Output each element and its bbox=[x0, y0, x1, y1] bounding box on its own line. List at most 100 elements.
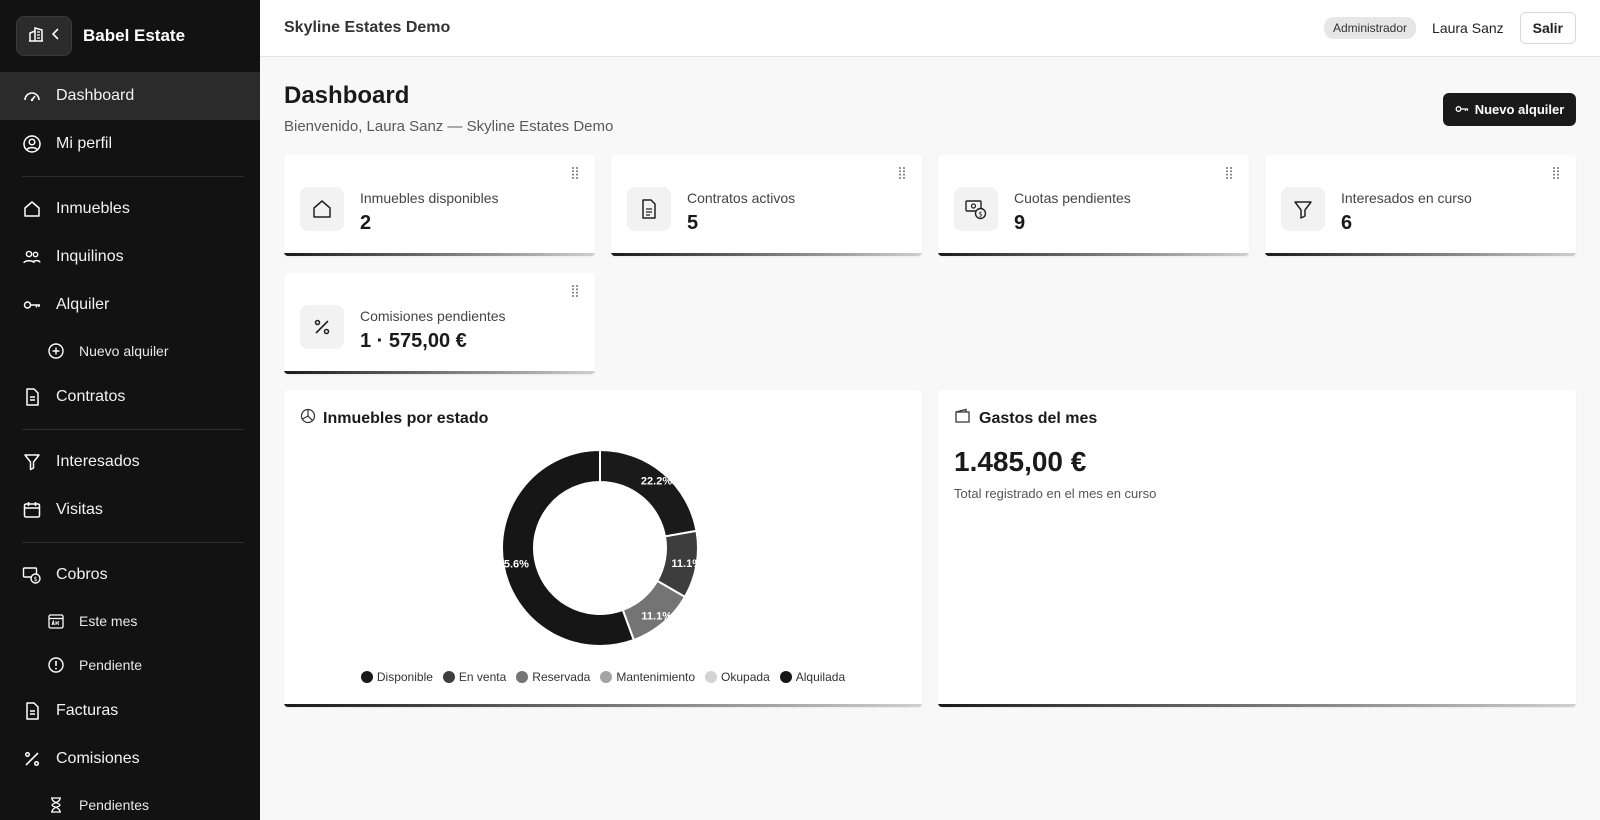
svg-text:$: $ bbox=[978, 210, 982, 218]
stat-value: 6 bbox=[1341, 212, 1353, 234]
stat-card-active-contracts[interactable]: Contratos activos 5 bbox=[611, 155, 922, 256]
key-icon bbox=[1455, 102, 1469, 117]
stat-card-available-properties[interactable]: Inmuebles disponibles 2 bbox=[284, 155, 595, 256]
legend-label: Okupada bbox=[721, 670, 770, 684]
stat-label: Contratos activos bbox=[687, 190, 796, 206]
invoice-icon bbox=[22, 701, 42, 721]
percent-icon bbox=[300, 305, 344, 349]
sidebar-item-label: Visitas bbox=[56, 501, 103, 518]
sidebar-item-label: Cobros bbox=[56, 566, 108, 583]
sidebar-item-label: Inmuebles bbox=[56, 200, 130, 217]
document-icon bbox=[22, 387, 42, 407]
drag-handle-icon[interactable] bbox=[898, 166, 906, 180]
stat-value: 2 bbox=[360, 212, 372, 234]
sidebar-item-label: Contratos bbox=[56, 388, 126, 405]
stat-card-pending-commissions[interactable]: Comisiones pendientes 1 · 575,00 € bbox=[284, 273, 595, 374]
building-icon bbox=[27, 25, 45, 48]
logout-button[interactable]: Salir bbox=[1519, 12, 1576, 44]
legend-item-en-venta[interactable]: En venta bbox=[442, 670, 507, 684]
sidebar-item-rental[interactable]: Alquiler bbox=[0, 281, 260, 329]
calendar-icon bbox=[22, 500, 42, 520]
donut-data-label: 11.1% bbox=[641, 610, 672, 622]
home-icon bbox=[22, 199, 42, 219]
stat-card-active-leads[interactable]: Interesados en curso 6 bbox=[1265, 155, 1576, 256]
stat-card-pending-fees[interactable]: $ Cuotas pendientes 9 bbox=[938, 155, 1249, 256]
sidebar: Babel Estate Dashboard Mi perfil Inmuebl… bbox=[0, 0, 260, 820]
donut-data-label: 22.2% bbox=[641, 476, 672, 488]
percent-icon bbox=[22, 749, 42, 769]
legend-label: Alquilada bbox=[795, 670, 846, 684]
filter-icon bbox=[22, 452, 42, 472]
cash-coin-icon: $ bbox=[22, 565, 42, 585]
sidebar-item-commissions-pending[interactable]: Pendientes bbox=[0, 783, 260, 820]
sidebar-item-pending[interactable]: Pendiente bbox=[0, 643, 260, 687]
role-badge: Administrador bbox=[1324, 17, 1417, 39]
legend-label: En venta bbox=[458, 670, 507, 684]
sidebar-item-profile[interactable]: Mi perfil bbox=[0, 120, 260, 168]
users-icon bbox=[22, 247, 42, 267]
document-icon bbox=[627, 187, 671, 231]
cash-coin-icon: $ bbox=[954, 187, 998, 231]
legend-item-mantenimiento[interactable]: Mantenimiento bbox=[600, 670, 695, 684]
brand-name: Babel Estate bbox=[83, 26, 186, 45]
new-rental-button-label: Nuevo alquiler bbox=[1474, 102, 1565, 117]
sidebar-item-this-month[interactable]: Este mes bbox=[0, 599, 260, 643]
drag-handle-icon[interactable] bbox=[1225, 166, 1233, 180]
organization-name: Skyline Estates Demo bbox=[284, 19, 451, 36]
legend-label: Disponible bbox=[376, 670, 433, 684]
sidebar-item-label: Comisiones bbox=[56, 750, 140, 767]
sidebar-item-label: Mi perfil bbox=[56, 135, 113, 152]
legend-item-reservada[interactable]: Reservada bbox=[516, 670, 590, 684]
legend-item-disponible[interactable]: Disponible bbox=[360, 670, 433, 684]
legend-label: Mantenimiento bbox=[616, 670, 696, 684]
sidebar-toggle-button[interactable] bbox=[16, 16, 72, 56]
new-rental-button[interactable]: Nuevo alquiler bbox=[1443, 93, 1576, 126]
wallet-icon bbox=[954, 408, 972, 429]
stat-label: Comisiones pendientes bbox=[360, 308, 506, 324]
legend-item-alquilada[interactable]: Alquilada bbox=[779, 670, 846, 684]
legend-item-okupada[interactable]: Okupada bbox=[705, 670, 770, 684]
monthly-expenses-panel: Gastos del mes 1.485,00 € Total registra… bbox=[938, 390, 1576, 707]
plus-circle-icon bbox=[47, 342, 65, 360]
calendar-month-icon bbox=[47, 612, 65, 630]
sidebar-item-leads[interactable]: Interesados bbox=[0, 438, 260, 486]
stat-label: Interesados en curso bbox=[1341, 190, 1472, 206]
stat-label: Inmuebles disponibles bbox=[360, 190, 499, 206]
legend-swatch bbox=[516, 671, 529, 683]
drag-handle-icon[interactable] bbox=[571, 166, 579, 180]
hourglass-icon bbox=[47, 796, 65, 814]
nav-divider bbox=[22, 176, 244, 177]
sidebar-item-payments[interactable]: $ Cobros bbox=[0, 551, 260, 599]
sidebar-item-visits[interactable]: Visitas bbox=[0, 486, 260, 534]
panel-title-text: Gastos del mes bbox=[979, 409, 1098, 427]
stat-value: 1 · 575,00 € bbox=[360, 330, 467, 352]
donut-data-label: 11.1% bbox=[671, 558, 702, 570]
donut-chart: 22.2% 11.1% 11.1% 55.6% bbox=[498, 448, 702, 647]
donut-slice-disponible[interactable] bbox=[599, 448, 698, 538]
gauge-icon bbox=[22, 86, 42, 106]
sidebar-item-invoices[interactable]: Facturas bbox=[0, 687, 260, 735]
sidebar-item-label: Inquilinos bbox=[56, 248, 124, 265]
drag-handle-icon[interactable] bbox=[1552, 166, 1560, 180]
alert-circle-icon bbox=[47, 656, 65, 674]
panel-title: Gastos del mes bbox=[954, 408, 1097, 429]
sidebar-item-label: Pendientes bbox=[79, 797, 150, 813]
stat-value: 5 bbox=[687, 212, 699, 234]
sidebar-item-new-rental[interactable]: Nuevo alquiler bbox=[0, 329, 260, 373]
top-bar-actions: Administrador Laura Sanz Salir bbox=[1324, 12, 1576, 44]
nav-divider bbox=[22, 542, 244, 543]
sidebar-item-label: Interesados bbox=[56, 453, 140, 470]
sidebar-item-dashboard[interactable]: Dashboard bbox=[0, 72, 260, 120]
expense-caption: Total registrado en el mes en curso bbox=[954, 486, 1157, 501]
sidebar-item-commissions[interactable]: Comisiones bbox=[0, 735, 260, 783]
sidebar-item-label: Dashboard bbox=[56, 87, 135, 104]
sidebar-item-tenants[interactable]: Inquilinos bbox=[0, 233, 260, 281]
sidebar-item-label: Facturas bbox=[56, 702, 119, 719]
sidebar-item-label: Nuevo alquiler bbox=[79, 343, 169, 359]
page-subtitle: Bienvenido, Laura Sanz — Skyline Estates… bbox=[284, 118, 614, 135]
drag-handle-icon[interactable] bbox=[571, 284, 579, 298]
user-circle-icon bbox=[22, 134, 42, 154]
filter-icon bbox=[1281, 187, 1325, 231]
sidebar-item-contracts[interactable]: Contratos bbox=[0, 373, 260, 421]
sidebar-item-properties[interactable]: Inmuebles bbox=[0, 185, 260, 233]
